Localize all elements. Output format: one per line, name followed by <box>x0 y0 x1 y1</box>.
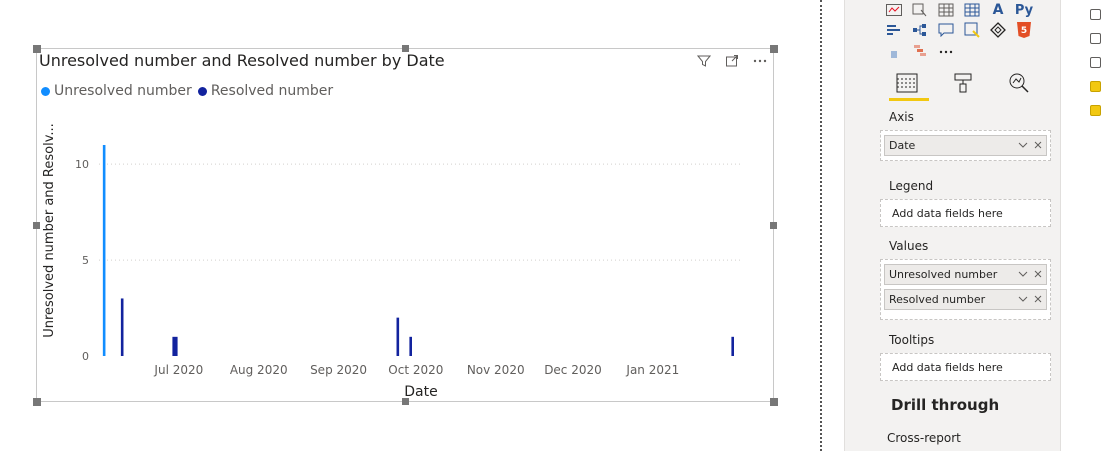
bar <box>102 145 106 356</box>
table-visual-icon[interactable] <box>936 0 956 20</box>
y-tick-label: 10 <box>75 158 89 171</box>
clustered-column-visual[interactable]: Unresolved number and Resolved number by… <box>36 48 774 402</box>
y-tick-label: 5 <box>82 254 89 267</box>
field-checkbox[interactable] <box>1090 57 1101 68</box>
kpi-visual-icon[interactable] <box>884 0 904 20</box>
resize-handle-top[interactable] <box>402 45 409 52</box>
chevron-down-icon[interactable] <box>1017 268 1029 280</box>
funnel-visual-icon[interactable] <box>910 42 930 62</box>
r-visual-icon[interactable]: A <box>988 0 1008 20</box>
fields-tab-icon[interactable] <box>888 70 926 96</box>
visual-gallery-row-2: 5 <box>884 20 1034 40</box>
bar <box>396 317 400 356</box>
cross-report-label: Cross-report <box>887 431 961 445</box>
axis-field-date[interactable]: Date <box>884 135 1047 156</box>
values-field-resolved[interactable]: Resolved number <box>884 289 1047 310</box>
more-visuals-icon[interactable] <box>936 42 956 62</box>
resize-handle-left[interactable] <box>33 222 40 229</box>
x-axis-title: Date <box>404 384 437 400</box>
analytics-tab-icon[interactable] <box>1000 70 1038 96</box>
tooltips-placeholder: Add data fields here <box>892 361 1003 374</box>
resize-handle-bottom-right[interactable] <box>770 398 778 406</box>
remove-field-icon[interactable] <box>1033 139 1043 151</box>
field-checkbox-checked[interactable] <box>1090 81 1101 92</box>
x-tick-label: Jan 2021 <box>625 363 679 377</box>
decomposition-tree-visual-icon[interactable] <box>910 20 930 40</box>
field-label: Resolved number <box>889 293 986 306</box>
key-influencers-visual-icon[interactable] <box>884 20 904 40</box>
y-tick-label: 0 <box>82 350 89 363</box>
visual-gallery-row-1: A Py <box>884 0 1034 20</box>
x-tick-label: Dec 2020 <box>544 363 602 377</box>
chevron-down-icon[interactable] <box>1017 293 1029 305</box>
svg-text:5: 5 <box>1021 26 1027 36</box>
python-visual-icon[interactable]: Py <box>1014 0 1034 20</box>
x-tick-label: Jul 2020 <box>153 363 203 377</box>
slicer-visual-icon[interactable] <box>910 0 930 20</box>
x-tick-label: Sep 2020 <box>310 363 367 377</box>
canvas-boundary <box>820 0 822 451</box>
resize-handle-right[interactable] <box>770 222 777 229</box>
bar <box>172 336 176 356</box>
format-tab-icon[interactable] <box>944 70 982 96</box>
html5-visual-icon[interactable]: 5 <box>1014 20 1034 40</box>
custom-visual-icon[interactable] <box>884 42 904 62</box>
chart-plot: 0 5 10 Jul 2020 Aug 2020 Sep 2020 Oct 2020 Nov … <box>42 123 743 400</box>
drill-through-heading: Drill through <box>891 396 1000 414</box>
tooltips-section-label: Tooltips <box>889 333 935 347</box>
legend-section-label: Legend <box>889 179 934 193</box>
report-editor: Unresolved number and Resolved number by… <box>0 0 1102 451</box>
field-checkbox[interactable] <box>1090 9 1101 20</box>
bar <box>174 336 178 356</box>
visual-gallery-row-3 <box>884 42 956 62</box>
resize-handle-top-left[interactable] <box>33 45 41 53</box>
remove-field-icon[interactable] <box>1033 268 1043 280</box>
legend-placeholder: Add data fields here <box>892 207 1003 220</box>
field-label: Unresolved number <box>889 268 998 281</box>
field-controls <box>1017 139 1043 151</box>
matrix-visual-icon[interactable] <box>962 0 982 20</box>
field-checkbox[interactable] <box>1090 33 1101 44</box>
smart-narrative-visual-icon[interactable] <box>962 20 982 40</box>
remove-field-icon[interactable] <box>1033 293 1043 305</box>
resize-handle-top-right[interactable] <box>770 45 778 53</box>
bar <box>731 336 734 356</box>
field-label: Date <box>889 139 916 152</box>
active-tab-indicator <box>889 98 929 101</box>
field-checkbox-checked[interactable] <box>1090 105 1101 116</box>
values-section-label: Values <box>889 239 929 253</box>
pane-tabs <box>888 70 1038 96</box>
resize-handle-bottom-left[interactable] <box>33 398 41 406</box>
chevron-down-icon[interactable] <box>1017 139 1029 151</box>
power-apps-visual-icon[interactable] <box>988 20 1008 40</box>
resize-handle-bottom[interactable] <box>402 398 409 405</box>
field-controls <box>1017 268 1043 280</box>
field-controls <box>1017 293 1043 305</box>
x-tick-label: Oct 2020 <box>388 363 443 377</box>
report-canvas[interactable]: Unresolved number and Resolved number by… <box>0 0 820 451</box>
values-field-unresolved[interactable]: Unresolved number <box>884 264 1047 285</box>
y-axis-title: Unresolved number and Resolv... <box>42 123 57 338</box>
bar <box>409 336 412 356</box>
x-tick-label: Nov 2020 <box>467 363 525 377</box>
bar <box>120 298 124 356</box>
x-tick-label: Aug 2020 <box>230 363 288 377</box>
axis-section-label: Axis <box>889 110 914 124</box>
qna-visual-icon[interactable] <box>936 20 956 40</box>
